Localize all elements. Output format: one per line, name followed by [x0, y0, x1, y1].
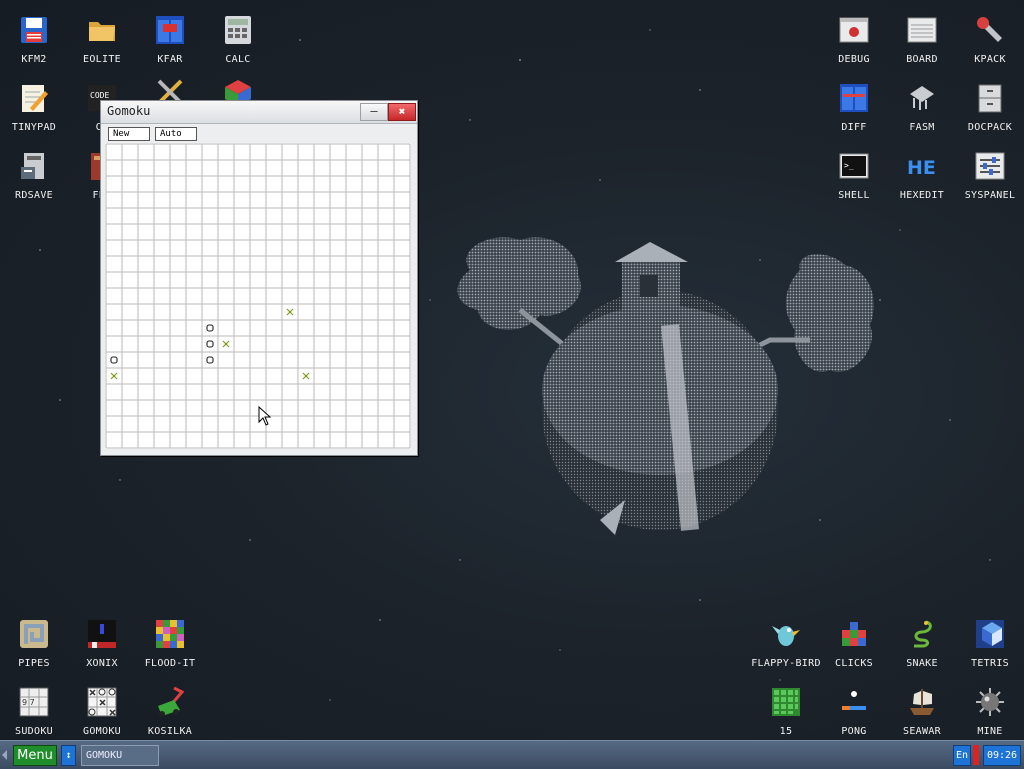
clock[interactable]: 09:26 [983, 745, 1021, 766]
stone-x [286, 308, 294, 316]
desktop-icon-docpack[interactable]: DOCPACK [956, 76, 1024, 142]
desktop-icon-kosilka[interactable]: KOSILKA [136, 680, 204, 746]
stone-o [206, 324, 214, 332]
svg-text:CODE: CODE [90, 91, 109, 100]
desktop-icon-tetris[interactable]: TETRIS [956, 612, 1024, 678]
gomoku-board[interactable] [105, 143, 411, 449]
desktop-icon-label: DOCPACK [967, 122, 1013, 133]
desktop-icon-label: FLOOD-IT [144, 658, 196, 669]
lawnmower-icon [158, 686, 185, 717]
stone-x [302, 372, 310, 380]
wallpaper-planet-illustration [457, 237, 874, 535]
pong-icon [842, 691, 866, 710]
sliders-icon [975, 152, 1005, 180]
svg-text:>_: >_ [844, 161, 854, 170]
diff-icon [840, 84, 868, 112]
gomoku-icon [87, 687, 117, 717]
mouse-cursor-icon [258, 406, 272, 426]
tetris-icon [976, 620, 1004, 648]
stone-x [110, 372, 118, 380]
notepad-pencil-icon [22, 85, 48, 112]
board-grid [105, 143, 411, 449]
pipes-icon [20, 620, 48, 648]
language-indicator[interactable]: En [953, 745, 971, 766]
taskbar: Menu ↕ GOMOKU En 09:26 [0, 740, 1024, 769]
desktop-icon-calc[interactable]: CALC [204, 8, 272, 74]
sudoku-icon: 9 7 [19, 687, 49, 717]
desktop-icon-tools[interactable] [136, 70, 204, 105]
desktop-icon-label: KOSILKA [147, 726, 193, 737]
auto-button[interactable]: Auto [155, 127, 197, 141]
calculator-icon [225, 16, 251, 44]
board-icon [907, 17, 937, 43]
taskbar-scroll-left-icon[interactable] [2, 750, 7, 760]
wrench-icon [977, 17, 1002, 42]
new-game-button[interactable]: New [108, 127, 150, 141]
desktop-icon-label: SYSPANEL [964, 190, 1016, 201]
mine-icon [976, 688, 1004, 716]
menu-button[interactable]: Menu [13, 745, 57, 766]
floppy-disk-icon [21, 17, 47, 43]
xonix-icon [88, 620, 116, 648]
minimize-button[interactable]: – [360, 103, 388, 121]
snake-icon [914, 620, 932, 648]
svg-text:HE: HE [907, 157, 936, 179]
close-button[interactable]: ✖ [388, 103, 416, 121]
cabinet-icon [978, 84, 1002, 113]
ramdisk-save-icon [21, 153, 44, 179]
terminal-icon: >_ [839, 153, 869, 179]
desktop-icon-cube[interactable] [204, 70, 272, 106]
svg-text:9 7: 9 7 [22, 698, 35, 707]
desktop-icon-kpack[interactable]: KPACK [956, 8, 1024, 74]
stone-x [222, 340, 230, 348]
desktop-icon-label: MINE [977, 726, 1003, 737]
hex-icon: HE [907, 157, 936, 179]
folder-icon [89, 22, 115, 41]
stone-o [110, 356, 118, 364]
desktop-icon-label: CALC [225, 54, 251, 65]
file-manager-icon [156, 16, 184, 44]
desktop-icon-flood-it[interactable]: FLOOD-IT [136, 612, 204, 678]
fasm-icon [910, 86, 934, 110]
bird-icon [772, 626, 800, 646]
window-switch-button[interactable]: ↕ [61, 745, 76, 766]
desktop-icon-label: TETRIS [971, 658, 1009, 669]
desktop-icon-mine[interactable]: MINE [956, 680, 1024, 746]
window-titlebar[interactable]: Gomoku – ✖ [101, 101, 417, 124]
tray-indicator [973, 745, 979, 765]
taskbar-item-gomoku[interactable]: GOMOKU [81, 745, 159, 766]
flood-it-icon [156, 620, 184, 648]
desktop-icon-syspanel[interactable]: SYSPANEL [956, 144, 1024, 210]
stone-o [206, 356, 214, 364]
stone-o [206, 340, 214, 348]
gomoku-window[interactable]: Gomoku – ✖ New Auto [100, 100, 418, 456]
window-title: Gomoku [107, 104, 151, 118]
debug-bug-icon [839, 17, 869, 43]
desktop-icon-label: KPACK [974, 54, 1006, 65]
ship-icon [910, 689, 934, 715]
fifteen-icon [772, 688, 800, 716]
blocks-icon [842, 622, 866, 646]
